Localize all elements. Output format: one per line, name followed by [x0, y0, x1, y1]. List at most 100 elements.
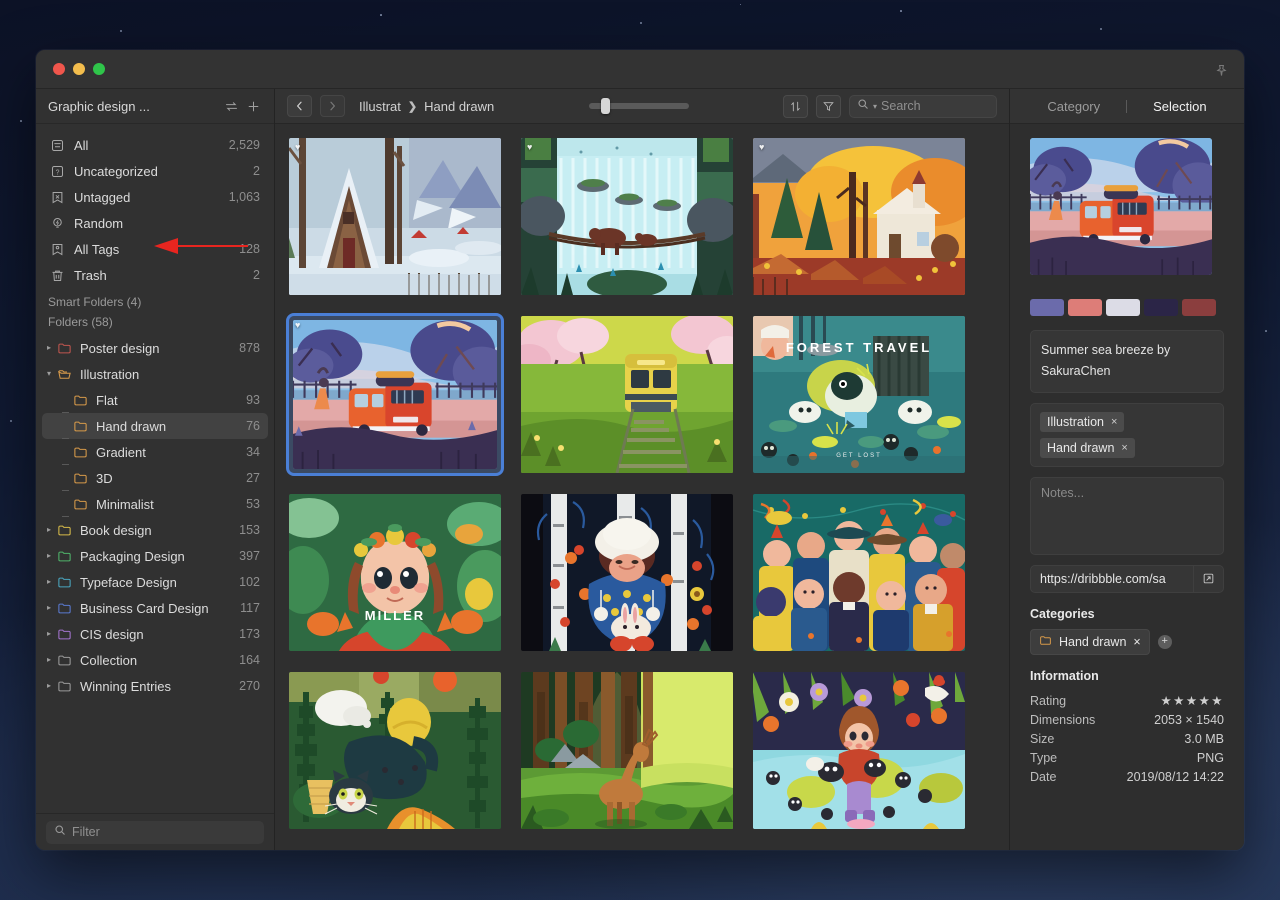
palette-swatch-5[interactable] — [1182, 299, 1216, 316]
grid-item-cat-plants-pattern[interactable] — [289, 672, 501, 829]
content-toolbar: Illustrat ❯ Hand drawn ▾ Search — [275, 89, 1009, 124]
slider-thumb[interactable] — [600, 98, 610, 114]
grid-item-deer-sunlit-forest[interactable] — [521, 672, 733, 829]
filter-input[interactable]: Filter — [46, 820, 264, 844]
plus-circle-icon[interactable]: + — [1157, 634, 1172, 649]
inspector-body[interactable]: Summer sea breeze by SakuraChen Illustra… — [1010, 124, 1244, 850]
folder-item-3d[interactable]: 3D 27 — [42, 465, 268, 491]
folder-label: Gradient — [96, 444, 146, 460]
palette-swatch-4[interactable] — [1144, 299, 1178, 316]
tags-field[interactable]: Illustration × Hand drawn × — [1030, 402, 1224, 467]
chevron-right-icon[interactable]: ▸ — [42, 344, 56, 352]
color-palette[interactable] — [1030, 299, 1224, 316]
grid-item-flower-crown-girl-miller[interactable]: MILLER — [289, 494, 501, 651]
chevron-down-icon[interactable]: ▾ — [42, 370, 56, 378]
sidebar-item-uncategorized[interactable]: ? Uncategorized 2 — [42, 158, 268, 184]
info-row-rating: Rating ★★★★★ — [1030, 691, 1224, 711]
tag-illustration[interactable]: Illustration × — [1040, 411, 1125, 432]
filter-button[interactable] — [816, 94, 842, 118]
grid-item-girl-flowers-soot-sprites[interactable] — [753, 672, 965, 829]
minimize-window-button[interactable] — [73, 63, 85, 75]
palette-swatch-1[interactable] — [1030, 299, 1064, 316]
sidebar-item-all[interactable]: All 2,529 — [42, 132, 268, 158]
folder-item-hand-drawn[interactable]: Hand drawn 76 — [42, 413, 268, 439]
external-link-icon[interactable] — [1193, 565, 1223, 592]
grid-item-waterfall-bears-bridge[interactable]: ♥ — [521, 138, 733, 295]
breadcrumb-item-parent[interactable]: Illustrat — [359, 99, 401, 114]
grid-item-summer-sea-breeze-van[interactable]: ♥ — [286, 313, 504, 476]
smart-folders-header[interactable]: Smart Folders (4) — [36, 288, 274, 315]
sidebar-item-count: 128 — [239, 242, 260, 256]
back-button[interactable] — [287, 95, 312, 117]
folder-item-packaging-design[interactable]: ▸ Packaging Design 397 — [42, 543, 268, 569]
folder-item-minimalist[interactable]: Minimalist 53 — [42, 491, 268, 517]
untagged-icon — [48, 188, 66, 206]
folder-item-flat[interactable]: Flat 93 — [42, 387, 268, 413]
remove-tag-icon[interactable]: × — [1121, 442, 1127, 454]
remove-tag-icon[interactable]: × — [1111, 416, 1117, 428]
window-titlebar[interactable] — [36, 50, 1244, 89]
tab-category[interactable]: Category — [1021, 99, 1126, 114]
chevron-right-icon[interactable]: ▸ — [42, 578, 56, 586]
forward-button[interactable] — [320, 95, 345, 117]
chevron-right-icon[interactable]: ▸ — [42, 656, 56, 664]
notes-field[interactable]: Notes... — [1030, 476, 1224, 555]
category-chip-hand-drawn[interactable]: Hand drawn × — [1030, 628, 1150, 655]
sidebar-item-all-tags[interactable]: All Tags 128 — [42, 236, 268, 262]
chevron-right-icon[interactable]: ▸ — [42, 604, 56, 612]
plus-icon[interactable] — [242, 95, 264, 117]
folder-item-gradient[interactable]: Gradient 34 — [42, 439, 268, 465]
favorite-heart-icon[interactable]: ♥ — [295, 320, 300, 330]
favorite-heart-icon[interactable]: ♥ — [759, 142, 764, 152]
rating-stars[interactable]: ★★★★★ — [1108, 691, 1224, 711]
sidebar-item-random[interactable]: Random — [42, 210, 268, 236]
grid-item-forest-travel-poster[interactable]: FOREST TRAVEL GET LOST — [753, 316, 965, 473]
source-url-field[interactable]: https://dribbble.com/sa — [1030, 564, 1224, 593]
breadcrumb-item-current[interactable]: Hand drawn — [424, 99, 494, 114]
folder-item-book-design[interactable]: ▸ Book design 153 — [42, 517, 268, 543]
folder-item-typeface-design[interactable]: ▸ Typeface Design 102 — [42, 569, 268, 595]
favorite-heart-icon[interactable]: ♥ — [527, 142, 532, 152]
pin-icon[interactable] — [1210, 59, 1232, 81]
chevron-right-icon[interactable]: ▸ — [42, 526, 56, 534]
sort-arrows-icon[interactable] — [220, 95, 242, 117]
remove-category-icon[interactable]: × — [1133, 635, 1140, 649]
maximize-window-button[interactable] — [93, 63, 105, 75]
grid-item-winter-birch-bunny-girl[interactable] — [521, 494, 733, 651]
folders-header[interactable]: Folders (58) — [36, 315, 274, 335]
thumbnail-size-slider[interactable] — [588, 98, 689, 114]
tab-selection[interactable]: Selection — [1127, 99, 1232, 114]
selection-title-field[interactable]: Summer sea breeze by SakuraChen — [1030, 330, 1224, 393]
palette-swatch-2[interactable] — [1068, 299, 1102, 316]
random-bulb-icon — [48, 214, 66, 232]
grid-item-snowy-cabin-forest[interactable]: ♥ — [289, 138, 501, 295]
search-input[interactable]: ▾ Search — [849, 94, 998, 118]
tag-hand-drawn[interactable]: Hand drawn × — [1040, 437, 1135, 458]
search-icon — [857, 97, 869, 115]
palette-swatch-3[interactable] — [1106, 299, 1140, 316]
folder-item-cis-design[interactable]: ▸ CIS design 173 — [42, 621, 268, 647]
window-controls[interactable] — [53, 63, 105, 75]
folder-item-poster-design[interactable]: ▸ Poster design 878 — [42, 335, 268, 361]
grid-item-cherry-blossom-train[interactable] — [521, 316, 733, 473]
source-url-value[interactable]: https://dribbble.com/sa — [1031, 572, 1193, 586]
sidebar-scroll-area[interactable]: All 2,529 ? Uncategorized 2 Untagged 1,0… — [36, 124, 274, 813]
folder-item-winning-entries[interactable]: ▸ Winning Entries 270 — [42, 673, 268, 699]
folder-item-collection[interactable]: ▸ Collection 164 — [42, 647, 268, 673]
folder-item-illustration[interactable]: ▾ Illustration — [42, 361, 268, 387]
library-title[interactable]: Graphic design ... — [48, 99, 220, 114]
chevron-right-icon[interactable]: ▸ — [42, 630, 56, 638]
grid-item-autumn-church-house[interactable]: ♥ — [753, 138, 965, 295]
grid-item-party-crowd-people[interactable] — [753, 494, 965, 651]
thumbnail-grid-scroll[interactable]: ♥ ♥ ♥ ♥ FOREST TRAVEL GET LOST MILLER — [275, 124, 1009, 850]
folder-item-business-card-design[interactable]: ▸ Business Card Design 117 — [42, 595, 268, 621]
selection-preview-image[interactable] — [1030, 138, 1212, 275]
chevron-right-icon[interactable]: ▸ — [42, 682, 56, 690]
favorite-heart-icon[interactable]: ♥ — [295, 142, 300, 152]
sort-button[interactable] — [783, 94, 809, 118]
chevron-right-icon[interactable]: ▸ — [42, 552, 56, 560]
sidebar-item-untagged[interactable]: Untagged 1,063 — [42, 184, 268, 210]
chevron-down-icon[interactable]: ▾ — [873, 102, 877, 111]
sidebar-item-trash[interactable]: Trash 2 — [42, 262, 268, 288]
close-window-button[interactable] — [53, 63, 65, 75]
